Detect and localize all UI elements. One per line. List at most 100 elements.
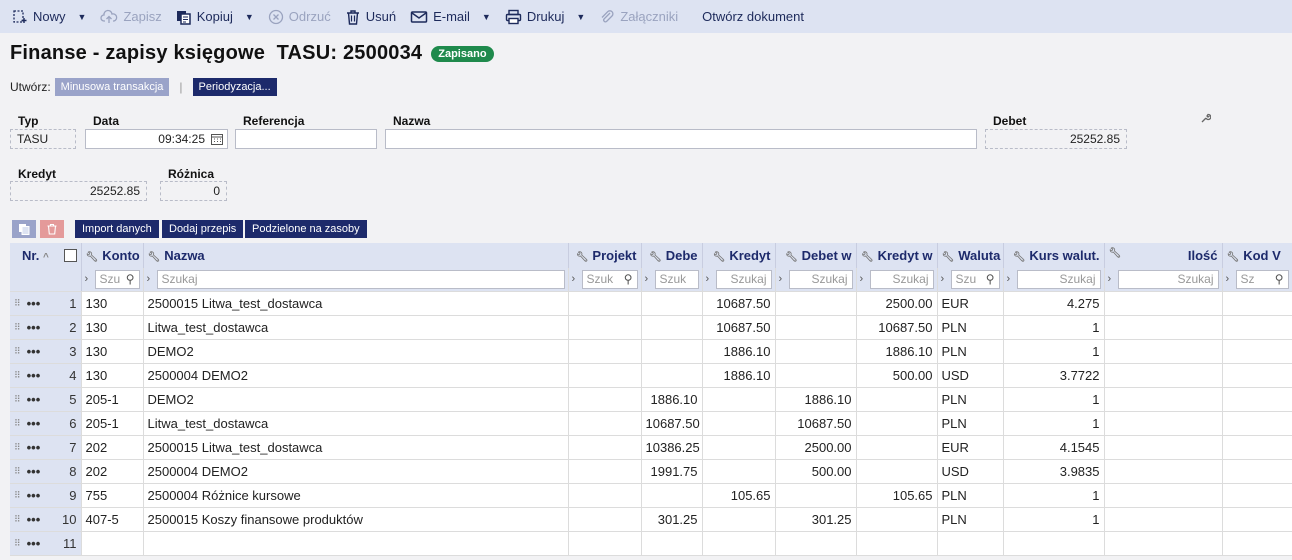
- cell-kod[interactable]: [1222, 387, 1292, 412]
- table-row[interactable]: ⠿ ••• 2 130 Litwa_test_dostawca 10687.50 10687…: [10, 315, 1292, 340]
- drag-handle-icon[interactable]: ⠿: [14, 418, 21, 429]
- cell-kod[interactable]: [1222, 291, 1292, 316]
- more-options-icon[interactable]: •••: [27, 488, 41, 503]
- cell-ilosc[interactable]: [1104, 435, 1223, 460]
- cell-debet[interactable]: [641, 531, 703, 556]
- reference-field[interactable]: [235, 129, 377, 149]
- more-options-icon[interactable]: •••: [27, 416, 41, 431]
- cell-kurs[interactable]: 1: [1003, 315, 1105, 340]
- drag-handle-icon[interactable]: ⠿: [14, 514, 21, 525]
- cell-kredyt[interactable]: [702, 435, 776, 460]
- chevron-right-icon[interactable]: ›: [779, 273, 789, 285]
- wrench-icon[interactable]: [1200, 113, 1211, 124]
- cell-nazwa[interactable]: 2500004 Różnice kursowe: [143, 483, 569, 508]
- attachments-button[interactable]: Załączniki: [599, 0, 678, 33]
- cell-debet[interactable]: 10386.25: [641, 435, 703, 460]
- cell-kredyt[interactable]: [702, 459, 776, 484]
- cell-kurs[interactable]: 1: [1003, 387, 1105, 412]
- row-number-cell[interactable]: ⠿ ••• 11: [10, 531, 82, 556]
- open-document-button[interactable]: Otwórz dokument: [702, 0, 804, 33]
- table-row[interactable]: ⠿ ••• 8 202 2500004 DEMO2 1991.75 500.00 USD 3.9…: [10, 459, 1292, 484]
- discard-button[interactable]: Odrzuć: [268, 0, 331, 33]
- more-options-icon[interactable]: •••: [27, 320, 41, 335]
- column-header-ilosc[interactable]: 🔧︎ Ilość: [1104, 243, 1223, 268]
- row-number-cell[interactable]: ⠿ ••• 8: [10, 459, 82, 484]
- drag-handle-icon[interactable]: ⠿: [14, 322, 21, 333]
- cell-debet-w[interactable]: [775, 531, 857, 556]
- cell-kredyt-w[interactable]: 2500.00: [856, 291, 938, 316]
- search-input-kredyt[interactable]: Szukaj: [715, 269, 772, 289]
- cell-kredyt[interactable]: 1886.10: [702, 339, 776, 364]
- more-options-icon[interactable]: •••: [27, 368, 41, 383]
- drag-handle-icon[interactable]: ⠿: [14, 490, 21, 501]
- search-input-kredyt-w[interactable]: Szukaj: [869, 269, 934, 289]
- row-number-cell[interactable]: ⠿ ••• 5: [10, 387, 82, 412]
- cell-kurs[interactable]: 1: [1003, 339, 1105, 364]
- cell-kredyt-w[interactable]: 1886.10: [856, 339, 938, 364]
- cell-konto[interactable]: 202: [81, 459, 144, 484]
- cell-kod[interactable]: [1222, 435, 1292, 460]
- cell-kredyt-w[interactable]: [856, 459, 938, 484]
- column-header-projekt[interactable]: 🔧︎ Projekt: [568, 243, 642, 268]
- copy-rows-button[interactable]: [12, 220, 36, 238]
- drag-handle-icon[interactable]: ⠿: [14, 370, 21, 381]
- calendar-icon[interactable]: [211, 133, 223, 145]
- column-header-kredyt-w[interactable]: 🔧︎ Kredyt w: [856, 243, 938, 268]
- date-field[interactable]: 09:34:25: [85, 129, 228, 149]
- cell-ilosc[interactable]: [1104, 387, 1223, 412]
- cell-konto[interactable]: 130: [81, 291, 144, 316]
- cell-projekt[interactable]: [568, 483, 642, 508]
- cell-kredyt-w[interactable]: [856, 435, 938, 460]
- chevron-right-icon[interactable]: ›: [572, 273, 582, 285]
- cell-kurs[interactable]: 3.7722: [1003, 363, 1105, 388]
- cell-kredyt-w[interactable]: 10687.50: [856, 315, 938, 340]
- cell-kredyt[interactable]: 105.65: [702, 483, 776, 508]
- periodization-button[interactable]: Periodyzacja...: [192, 78, 277, 96]
- cell-konto[interactable]: 205-1: [81, 411, 144, 436]
- chevron-down-icon[interactable]: ▼: [576, 12, 585, 22]
- column-header-konto[interactable]: 🔧︎ Konto: [81, 243, 144, 268]
- cell-kredyt-w[interactable]: [856, 411, 938, 436]
- search-input-nazwa[interactable]: Szukaj: [156, 269, 565, 289]
- table-row[interactable]: ⠿ ••• 10 407-5 2500015 Koszy finansowe produ…: [10, 507, 1292, 532]
- cell-projekt[interactable]: [568, 531, 642, 556]
- cell-konto[interactable]: 202: [81, 435, 144, 460]
- cell-kredyt[interactable]: [702, 387, 776, 412]
- cell-konto[interactable]: 130: [81, 339, 144, 364]
- cell-projekt[interactable]: [568, 387, 642, 412]
- cell-kredyt-w[interactable]: [856, 387, 938, 412]
- cell-nazwa[interactable]: [143, 531, 569, 556]
- cell-kod[interactable]: [1222, 339, 1292, 364]
- more-options-icon[interactable]: •••: [27, 344, 41, 359]
- drag-handle-icon[interactable]: ⠿: [14, 538, 21, 549]
- cell-konto[interactable]: 130: [81, 315, 144, 340]
- table-row[interactable]: ⠿ ••• 3 130 DEMO2 1886.10 1886.10 PLN 1: [10, 339, 1292, 364]
- chevron-right-icon[interactable]: ›: [147, 273, 157, 285]
- cell-waluta[interactable]: PLN: [937, 483, 1004, 508]
- add-template-button[interactable]: Dodaj przepis: [162, 220, 244, 238]
- cell-debet[interactable]: 1991.75: [641, 459, 703, 484]
- cell-debet[interactable]: [641, 483, 703, 508]
- drag-handle-icon[interactable]: ⠿: [14, 346, 21, 357]
- cell-projekt[interactable]: [568, 291, 642, 316]
- row-number-cell[interactable]: ⠿ ••• 9: [10, 483, 82, 508]
- more-options-icon[interactable]: •••: [27, 392, 41, 407]
- row-number-cell[interactable]: ⠿ ••• 10: [10, 507, 82, 532]
- chevron-right-icon[interactable]: ›: [85, 273, 95, 285]
- table-row[interactable]: ⠿ ••• 4 130 2500004 DEMO2 1886.10 500.00 USD 3.7…: [10, 363, 1292, 388]
- cell-kredyt-w[interactable]: 105.65: [856, 483, 938, 508]
- cell-konto[interactable]: 755: [81, 483, 144, 508]
- table-row[interactable]: ⠿ ••• 7 202 2500015 Litwa_test_dostawca 10386…: [10, 435, 1292, 460]
- cell-konto[interactable]: 130: [81, 363, 144, 388]
- wrench-icon[interactable]: 🔧︎: [1227, 252, 1240, 263]
- cell-debet-w[interactable]: 301.25: [775, 507, 857, 532]
- wrench-icon[interactable]: 🔧︎: [1109, 248, 1122, 259]
- cell-projekt[interactable]: [568, 459, 642, 484]
- chevron-right-icon[interactable]: ›: [941, 273, 951, 285]
- cell-nazwa[interactable]: 2500004 DEMO2: [143, 459, 569, 484]
- cell-debet[interactable]: [641, 315, 703, 340]
- cell-debet-w[interactable]: 1886.10: [775, 387, 857, 412]
- cell-projekt[interactable]: [568, 363, 642, 388]
- email-button[interactable]: E-mail ▼: [410, 0, 491, 33]
- column-header-kredyt[interactable]: 🔧︎ Kredyt: [702, 243, 776, 268]
